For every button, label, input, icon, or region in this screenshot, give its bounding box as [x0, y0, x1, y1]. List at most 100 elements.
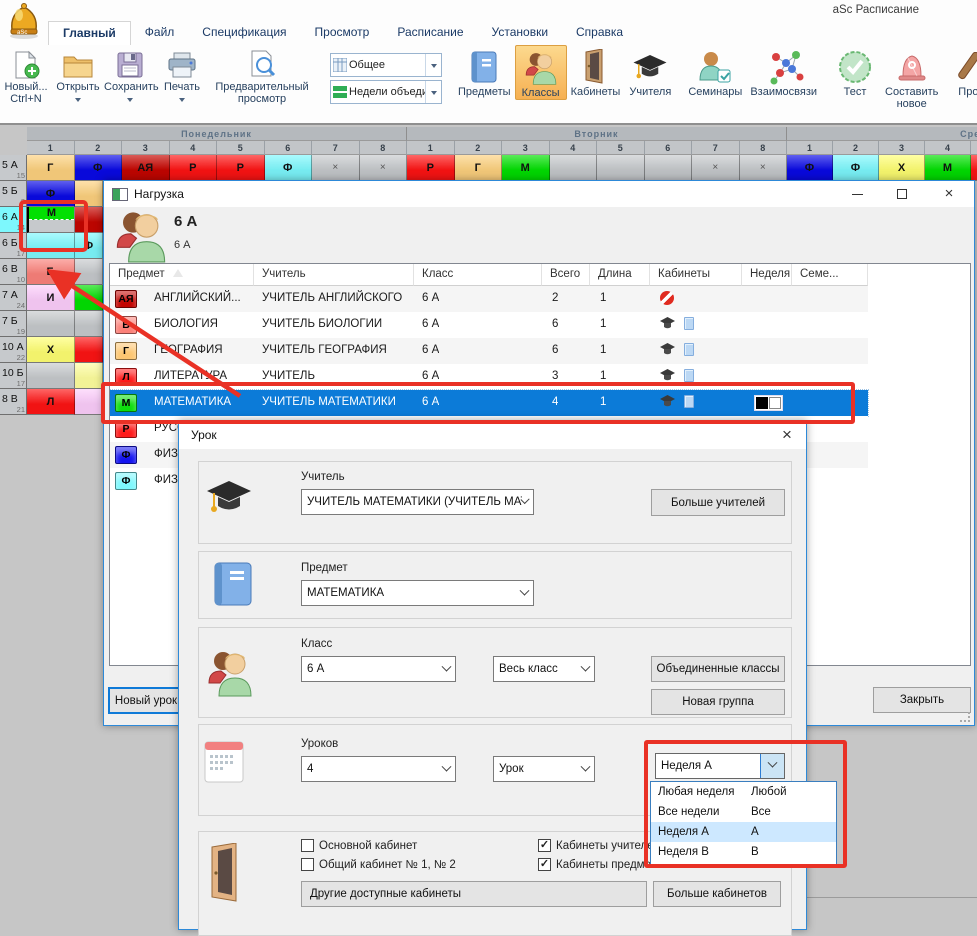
timetable-cell[interactable]: Х [27, 337, 75, 363]
other-cabinets-button[interactable]: Другие доступные кабинеты [301, 881, 647, 907]
timetable-cell[interactable]: Р [170, 155, 218, 181]
table-column-header[interactable]: Всего [542, 264, 590, 286]
timetable-cell[interactable]: Б [27, 259, 75, 285]
checkbox-row-2[interactable]: Общий кабинет № 1, № 2 [301, 858, 538, 871]
timetable-cell[interactable]: М [27, 207, 75, 233]
timetable-cell[interactable] [75, 285, 103, 311]
week-option-0[interactable]: Любая неделяЛюбой [651, 782, 836, 802]
maximize-button[interactable] [885, 181, 919, 207]
timetable-cell[interactable]: М [925, 155, 971, 181]
checkbox-unchecked-icon[interactable] [301, 839, 314, 852]
table-column-header[interactable]: Учитель [254, 264, 414, 286]
week-option-3[interactable]: Неделя BB [651, 842, 836, 862]
timetable-cell[interactable] [971, 155, 977, 181]
close-dialog-button[interactable]: Закрыть [873, 687, 971, 713]
lessons-count-select[interactable]: 4 [301, 756, 456, 782]
timetable-cell[interactable] [75, 389, 103, 415]
ribbon-tab-2[interactable]: Спецификация [188, 21, 300, 45]
tools-button-1[interactable]: Взаимосвязи [746, 45, 821, 98]
table-column-header[interactable]: Длина [590, 264, 650, 286]
timetable-cell[interactable] [597, 155, 645, 181]
timetable-cell[interactable]: × [692, 155, 740, 181]
table-row[interactable]: ЛЛИТЕРАТУРАУЧИТЕЛЬ6 А31 [110, 364, 868, 390]
ribbon-tab-1[interactable]: Файл [131, 21, 189, 45]
checkbox-checked-icon[interactable]: ✓ [538, 858, 551, 871]
new-group-button[interactable]: Новая группа [651, 689, 785, 715]
table-row[interactable]: ББИОЛОГИЯУЧИТЕЛЬ БИОЛОГИИ6 А61 [110, 312, 868, 338]
timetable-cell[interactable]: Л [27, 389, 75, 415]
timetable-cell[interactable]: Г [455, 155, 503, 181]
checkbox-unchecked-icon[interactable] [301, 858, 314, 871]
generate-button-1[interactable]: Составить новое [881, 45, 942, 110]
table-column-header[interactable]: Класс [414, 264, 542, 286]
joined-classes-button[interactable]: Объединенные классы [651, 656, 785, 682]
class-scope-select[interactable]: Весь класс [493, 656, 595, 682]
week-option-1[interactable]: Все неделиВсе [651, 802, 836, 822]
lesson-type-select[interactable]: Урок [493, 756, 595, 782]
view-select-0[interactable]: Общее [330, 53, 442, 77]
table-row[interactable]: ММАТЕМАТИКАУЧИТЕЛЬ МАТЕМАТИКИ6 А41 [110, 390, 868, 416]
timetable-cell[interactable]: Г [27, 155, 75, 181]
timetable-cell[interactable] [550, 155, 598, 181]
timetable-cell[interactable] [75, 311, 103, 337]
ribbon-tab-3[interactable]: Просмотр [301, 21, 384, 45]
timetable-cell[interactable]: Ф [265, 155, 313, 181]
nav-button-0[interactable]: Предметы [454, 45, 515, 100]
tools-button-0[interactable]: Семинары [684, 45, 746, 98]
timetable-cell[interactable]: × [312, 155, 360, 181]
timetable-cell[interactable] [645, 155, 693, 181]
generate-button-0[interactable]: Тест [829, 45, 881, 110]
toolbar-button-0[interactable]: Новый...Ctrl+N [0, 45, 52, 105]
ribbon-tab-4[interactable]: Расписание [383, 21, 477, 45]
timetable-cell[interactable]: × [740, 155, 788, 181]
view-select-1[interactable]: Недели объединив [330, 80, 442, 104]
timetable-cell[interactable] [75, 181, 103, 207]
timetable-cell[interactable] [75, 363, 103, 389]
week-select-dropdown-button[interactable] [760, 754, 784, 778]
subject-select[interactable]: МАТЕМАТИКА [301, 580, 534, 606]
table-column-header[interactable]: Предмет [110, 264, 254, 286]
timetable-cell[interactable] [27, 311, 75, 337]
asc-bell-logo-icon[interactable]: aSc [2, 0, 48, 40]
new-lesson-button[interactable]: Новый урок [108, 687, 184, 714]
checkbox-checked-icon[interactable]: ✓ [538, 839, 551, 852]
timetable-cell[interactable]: М [502, 155, 550, 181]
close-icon[interactable]: × [770, 422, 804, 448]
week-select[interactable]: Неделя А [655, 753, 785, 779]
lesson-dialog-titlebar[interactable]: Урок × [179, 421, 806, 449]
toolbar-button-1[interactable]: Открыть [52, 45, 104, 105]
table-column-header[interactable]: Кабинеты [650, 264, 742, 286]
timetable-cell[interactable] [75, 207, 103, 233]
timetable-cell[interactable] [27, 233, 75, 259]
teacher-select[interactable]: УЧИТЕЛЬ МАТЕМАТИКИ (УЧИТЕЛЬ МАТЕМ [301, 489, 534, 515]
timetable-cell[interactable]: И [27, 285, 75, 311]
timetable-cell[interactable]: АЯ [122, 155, 170, 181]
generate-button-2[interactable]: Про [942, 45, 977, 110]
timetable-cell[interactable]: Ф [27, 181, 75, 207]
more-teachers-button[interactable]: Больше учителей [651, 489, 785, 516]
nav-button-2[interactable]: Кабинеты [567, 45, 625, 100]
nav-button-1[interactable]: Классы [515, 45, 567, 100]
week-option-2[interactable]: Неделя АА [651, 822, 836, 842]
table-column-header[interactable]: Неделя [742, 264, 792, 286]
nav-button-3[interactable]: Учителя [624, 45, 676, 100]
table-row[interactable]: ГГЕОГРАФИЯУЧИТЕЛЬ ГЕОГРАФИЯ6 А61 [110, 338, 868, 364]
timetable-cell[interactable]: Ф [75, 155, 123, 181]
ribbon-tab-5[interactable]: Установки [478, 21, 562, 45]
timetable-cell[interactable]: Ф [787, 155, 833, 181]
table-row[interactable]: АЯАНГЛИЙСКИЙ...УЧИТЕЛЬ АНГЛИЙСКОГО6 А21 [110, 286, 868, 312]
resize-grip[interactable] [960, 712, 970, 722]
minimize-button[interactable] [840, 181, 874, 207]
more-cabinets-button[interactable]: Больше кабинетов [653, 881, 781, 907]
checkbox-row-0[interactable]: Основной кабинет [301, 839, 538, 852]
timetable-cell[interactable] [75, 337, 103, 363]
close-button[interactable]: × [932, 181, 966, 207]
timetable-cell[interactable]: × [360, 155, 408, 181]
timetable-cell[interactable]: Р [407, 155, 455, 181]
dropdown-arrow-icon[interactable] [425, 81, 441, 103]
timetable-cell[interactable]: Ф [75, 233, 103, 259]
toolbar-button-3[interactable]: Печать [156, 45, 208, 105]
toolbar-button-4[interactable]: Предварительный просмотр [208, 45, 316, 105]
class-select[interactable]: 6 А [301, 656, 456, 682]
timetable-cell[interactable]: Х [879, 155, 925, 181]
